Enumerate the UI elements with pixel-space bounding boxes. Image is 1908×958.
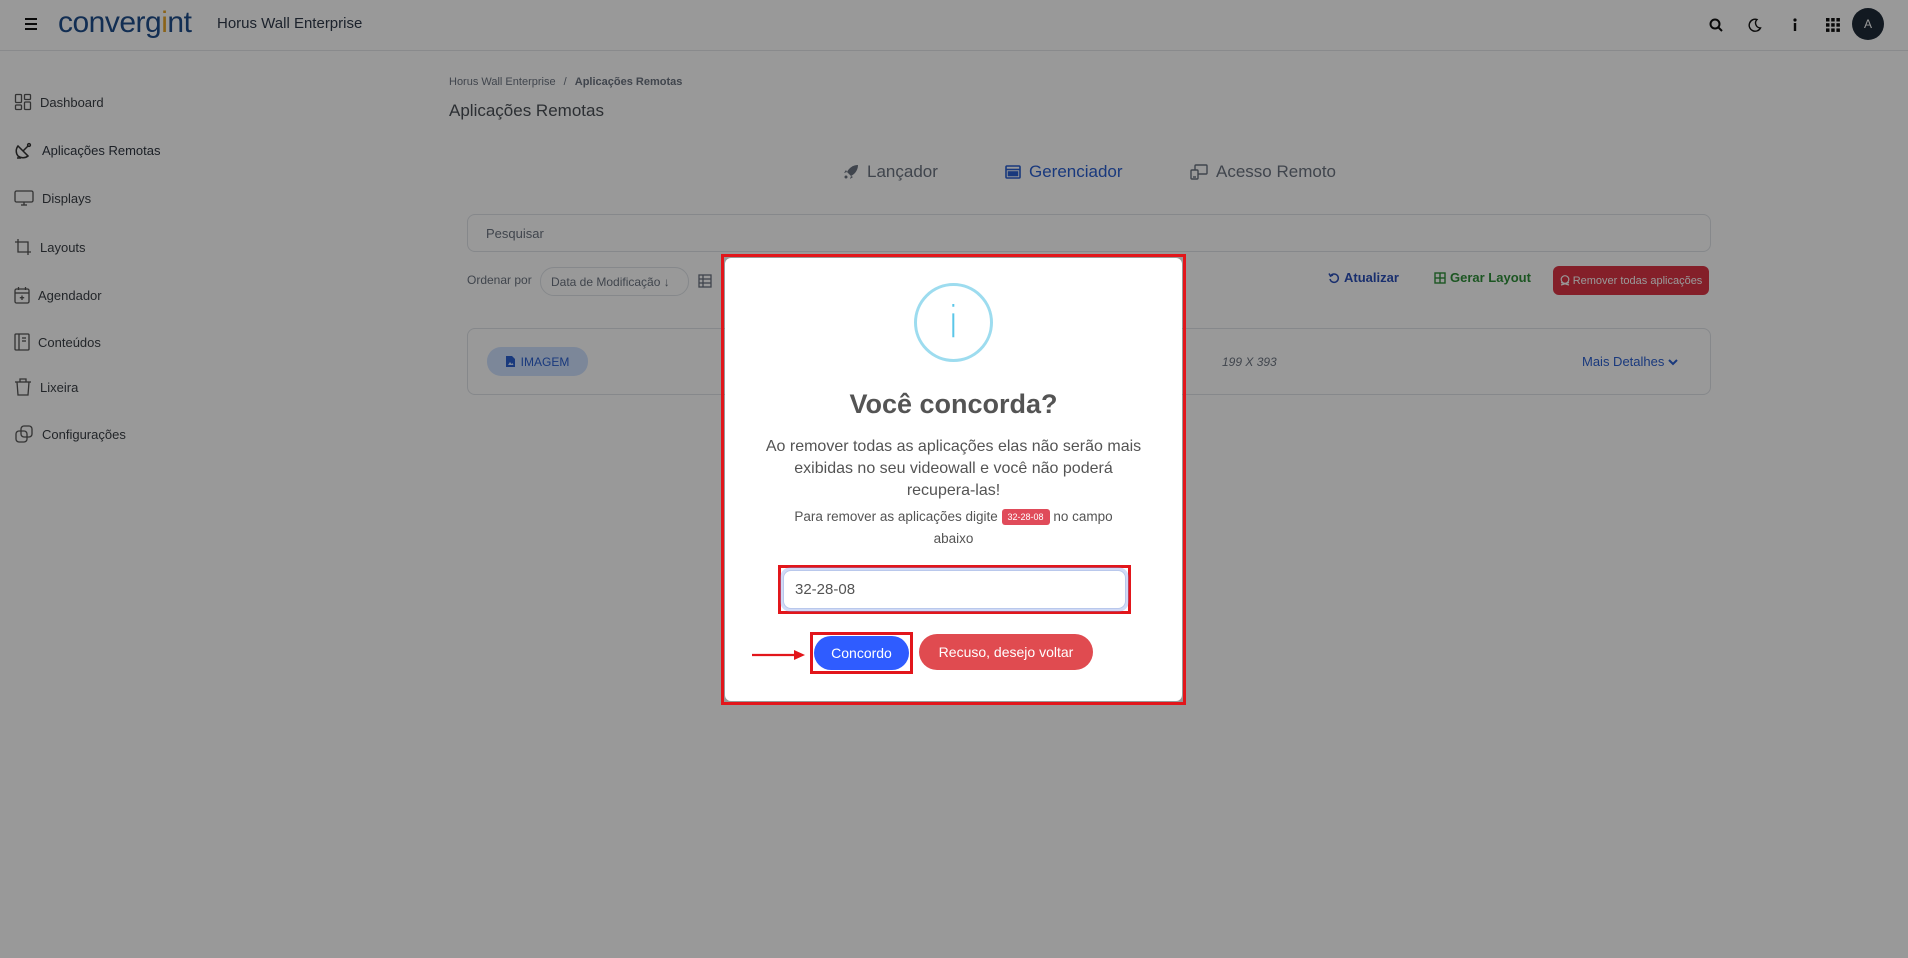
code-badge: 32-28-08 [1001, 509, 1050, 526]
info-icon: i [914, 283, 993, 362]
confirm-dialog: i Você concorda? Ao remover todas as apl… [725, 258, 1182, 701]
info-glyph: i [947, 297, 960, 348]
dialog-title: Você concorda? [849, 389, 1058, 419]
annotation-arrow-icon [752, 650, 805, 660]
dialog-instruction: Para remover as aplicações digite 32-28-… [780, 506, 1127, 550]
instruction-before: Para remover as aplicações digite [794, 509, 998, 524]
dialog-message: Ao remover todas as aplicações elas não … [765, 438, 1142, 499]
cancel-button[interactable]: Recuso, desejo voltar [919, 634, 1093, 670]
confirm-button[interactable]: Concordo [814, 636, 909, 670]
confirmation-code-input[interactable] [783, 570, 1126, 609]
